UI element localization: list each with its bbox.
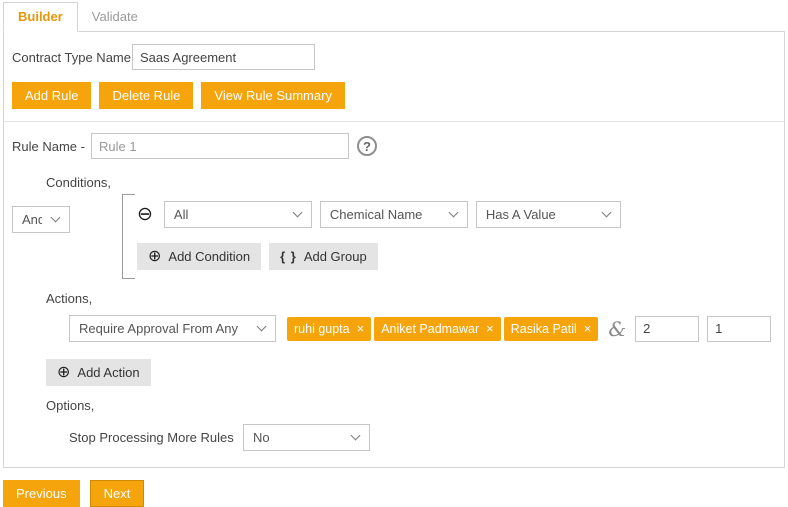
condition-field-value: Chemical Name	[330, 207, 422, 222]
ampersand-icon: &	[608, 317, 626, 341]
options-row: Stop Processing More Rules No	[69, 424, 784, 451]
approval-count-input[interactable]	[635, 316, 699, 342]
conditions-label: Conditions,	[46, 175, 784, 190]
plus-circle-icon: ⊕	[57, 366, 70, 380]
delete-rule-button[interactable]: Delete Rule	[99, 82, 193, 109]
remove-tag-icon[interactable]: ×	[357, 323, 365, 335]
rule-toolbar: Add Rule Delete Rule View Rule Summary	[4, 80, 784, 121]
action-row: Require Approval From Any ruhi gupta × A…	[69, 315, 784, 342]
condition-row: ⊖ All Chemical Name Has A Value	[137, 201, 621, 228]
next-button[interactable]: Next	[90, 480, 145, 507]
chevron-down-icon	[51, 213, 61, 223]
rule-name-input[interactable]	[91, 133, 349, 159]
contract-type-name-label: Contract Type Name	[12, 50, 132, 65]
tab-bar: Builder Validate	[3, 2, 785, 31]
conditions-body: And ⊖ All Chemical Name	[12, 194, 784, 279]
add-group-button[interactable]: { } Add Group	[269, 243, 378, 270]
rule-name-label: Rule Name -	[12, 139, 85, 154]
approval-order-input[interactable]	[707, 316, 771, 342]
condition-field-dropdown[interactable]: Chemical Name	[320, 201, 468, 228]
condition-connector-dropdown[interactable]: And	[12, 206, 70, 233]
action-type-dropdown[interactable]: Require Approval From Any	[69, 315, 276, 342]
group-match-value: All	[174, 207, 188, 222]
action-type-value: Require Approval From Any	[79, 321, 238, 336]
remove-tag-icon[interactable]: ×	[486, 323, 494, 335]
add-action-button[interactable]: ⊕ Add Action	[46, 359, 151, 386]
chevron-down-icon	[601, 208, 611, 218]
view-rule-summary-button[interactable]: View Rule Summary	[201, 82, 345, 109]
rule-name-row: Rule Name - ?	[4, 122, 784, 163]
remove-tag-icon[interactable]: ×	[584, 323, 592, 335]
builder-panel: Contract Type Name Add Rule Delete Rule …	[3, 31, 785, 468]
options-section: Options, Stop Processing More Rules No	[4, 398, 784, 451]
add-condition-button[interactable]: ⊕ Add Condition	[137, 243, 261, 270]
remove-condition-icon[interactable]: ⊖	[137, 207, 153, 223]
chevron-down-icon	[257, 322, 267, 332]
approver-name: Aniket Padmawar	[381, 322, 479, 336]
rule-builder-app: Builder Validate Contract Type Name Add …	[3, 2, 785, 507]
approver-name: Rasika Patil	[511, 322, 577, 336]
condition-operator-value: Has A Value	[486, 207, 556, 222]
chevron-down-icon	[351, 431, 361, 441]
group-bracket	[122, 194, 135, 279]
footer: Previous Next	[3, 480, 785, 507]
approver-tag[interactable]: ruhi gupta ×	[287, 317, 371, 341]
stop-processing-value: No	[253, 430, 270, 445]
add-action-label: Add Action	[77, 365, 139, 380]
condition-connector-value: And	[22, 212, 42, 227]
chevron-down-icon	[292, 208, 302, 218]
previous-button[interactable]: Previous	[3, 480, 80, 507]
approver-tags: ruhi gupta × Aniket Padmawar × Rasika Pa…	[287, 317, 601, 341]
condition-operator-dropdown[interactable]: Has A Value	[476, 201, 621, 228]
chevron-down-icon	[448, 208, 458, 218]
add-rule-button[interactable]: Add Rule	[12, 82, 91, 109]
stop-processing-dropdown[interactable]: No	[243, 424, 370, 451]
contract-type-row: Contract Type Name	[4, 32, 784, 80]
actions-section: Actions, Require Approval From Any ruhi …	[4, 291, 784, 386]
plus-circle-icon: ⊕	[148, 250, 161, 264]
add-group-label: Add Group	[304, 249, 367, 264]
group-match-dropdown[interactable]: All	[164, 201, 312, 228]
condition-actions-row: ⊕ Add Condition { } Add Group	[137, 243, 621, 270]
tab-validate[interactable]: Validate	[78, 3, 152, 31]
add-condition-label: Add Condition	[168, 249, 250, 264]
braces-icon: { }	[280, 249, 297, 264]
conditions-section: Conditions, And ⊖ All Chemical	[4, 175, 784, 279]
tab-builder[interactable]: Builder	[3, 2, 78, 32]
approver-tag[interactable]: Rasika Patil ×	[504, 317, 599, 341]
approver-tag[interactable]: Aniket Padmawar ×	[374, 317, 501, 341]
condition-group: ⊖ All Chemical Name Has A Value	[135, 194, 621, 279]
actions-label: Actions,	[46, 291, 784, 306]
approver-name: ruhi gupta	[294, 322, 350, 336]
options-label: Options,	[46, 398, 784, 413]
stop-processing-label: Stop Processing More Rules	[69, 430, 243, 445]
contract-type-name-input[interactable]	[132, 44, 315, 70]
help-icon[interactable]: ?	[357, 136, 377, 156]
